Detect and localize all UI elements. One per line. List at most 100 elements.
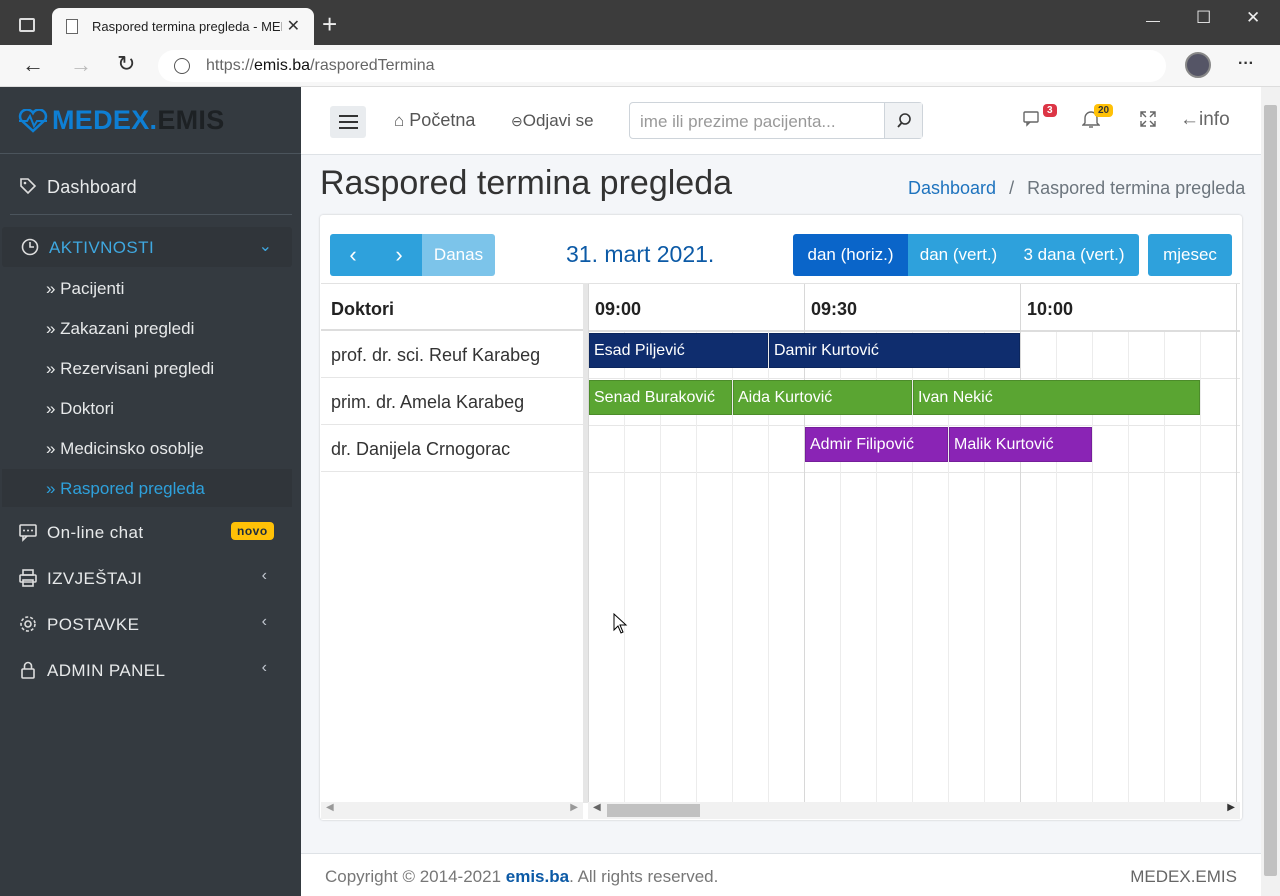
search-icon bbox=[897, 113, 911, 128]
view-day-horizontal-button[interactable]: dan (horiz.) bbox=[793, 234, 908, 276]
clock-icon bbox=[21, 238, 39, 256]
back-icon[interactable]: ← bbox=[22, 52, 44, 78]
chevron-left-icon: ‹ bbox=[261, 659, 267, 676]
sidebar-item-chat[interactable]: On-line chat novo bbox=[0, 512, 301, 552]
logout-link[interactable]: ⊖Odjavi se bbox=[511, 111, 594, 131]
appointment-event[interactable]: Malik Kurtović bbox=[949, 427, 1092, 462]
view-3days-vertical-button[interactable]: 3 dana (vert.) bbox=[1009, 234, 1139, 276]
appointment-event[interactable]: Esad Piljević bbox=[589, 333, 768, 368]
breadcrumb-home-link[interactable]: Dashboard bbox=[908, 178, 996, 198]
patient-search: ime ili prezime pacijenta... bbox=[629, 102, 923, 139]
mouse-cursor-icon bbox=[613, 613, 628, 634]
prev-day-button[interactable]: ‹ bbox=[330, 234, 376, 276]
breadcrumb: Dashboard / Raspored termina pregleda bbox=[908, 178, 1245, 199]
timeline: 09:00 09:30 10:00 Esad Piljević Damir Kurtov… bbox=[588, 283, 1240, 803]
view-month-button[interactable]: mjesec bbox=[1148, 234, 1232, 276]
url-text: https://emis.ba/rasporedTermina bbox=[206, 57, 435, 74]
sidebar-subitem-doktori[interactable]: » Doktori bbox=[46, 399, 114, 419]
scheduler-grid: Doktori prof. dr. sci. Reuf Karabeg prim.… bbox=[321, 283, 1241, 819]
search-input[interactable]: ime ili prezime pacijenta... bbox=[640, 112, 836, 132]
close-window-button[interactable]: ✕ bbox=[1246, 8, 1260, 28]
avatar[interactable] bbox=[1185, 52, 1211, 78]
notifications-count-badge: 20 bbox=[1094, 104, 1114, 117]
tab-actions-icon[interactable] bbox=[19, 18, 35, 32]
sidebar-subitem-raspored[interactable]: » Raspored pregleda bbox=[46, 479, 205, 499]
time-slot-line bbox=[1020, 284, 1021, 803]
row-divider bbox=[588, 378, 1240, 379]
sidebar-item-postavke[interactable]: POSTAVKE ‹ bbox=[0, 604, 301, 644]
chevron-left-icon: ‹ bbox=[349, 242, 357, 267]
copyright-link[interactable]: emis.ba bbox=[506, 867, 569, 886]
new-tab-button[interactable]: + bbox=[322, 9, 337, 40]
globe-icon bbox=[174, 58, 190, 74]
browser-tab[interactable]: Raspored termina pregleda - MEDEX.EMIS ✕ bbox=[52, 8, 314, 45]
sidebar-item-izvjestaji[interactable]: IZVJEŠTAJI ‹ bbox=[0, 558, 301, 598]
tab-title: Raspored termina pregleda - MEDEX.EMIS bbox=[92, 19, 282, 34]
time-label: 10:00 bbox=[1027, 299, 1074, 319]
sidebar: MEDEX.EMIS Dashboard AKTIVNOSTI ⌄ » Paci… bbox=[0, 87, 301, 896]
breadcrumb-separator: / bbox=[1009, 178, 1015, 198]
appointment-event[interactable]: Admir Filipović bbox=[805, 427, 948, 462]
sidebar-subitem-pacijenti[interactable]: » Pacijenti bbox=[46, 279, 124, 299]
scrollbar-thumb[interactable] bbox=[1264, 105, 1277, 876]
sidebar-subitem-zakazani[interactable]: » Zakazani pregledi bbox=[46, 319, 194, 339]
scroll-left-icon: ◀ bbox=[593, 802, 601, 813]
page-title: Raspored termina pregleda bbox=[320, 164, 733, 202]
sidebar-item-dashboard[interactable]: Dashboard bbox=[0, 166, 301, 206]
doctor-name: prof. dr. sci. Reuf Karabeg bbox=[331, 345, 541, 365]
footer: Copyright © 2014-2021 emis.ba. All right… bbox=[301, 853, 1261, 896]
time-label: 09:00 bbox=[595, 299, 642, 319]
resource-horizontal-scrollbar[interactable]: ◀ ▶ bbox=[321, 802, 583, 819]
comments-icon bbox=[1023, 111, 1039, 127]
chevron-left-icon: ‹ bbox=[261, 567, 267, 584]
today-button[interactable]: Danas bbox=[422, 234, 495, 276]
new-badge: novo bbox=[231, 522, 274, 540]
minimize-button[interactable]: — bbox=[1146, 12, 1160, 28]
url-field[interactable]: https://emis.ba/rasporedTermina bbox=[158, 50, 1166, 82]
timeline-horizontal-scrollbar[interactable]: ◀ ▶ bbox=[588, 802, 1240, 819]
appointment-event[interactable]: Damir Kurtović bbox=[769, 333, 1020, 368]
tab-close-icon[interactable]: ✕ bbox=[287, 16, 300, 36]
search-button[interactable] bbox=[884, 103, 922, 138]
page-icon bbox=[66, 19, 78, 34]
info-link[interactable]: ←info bbox=[1180, 109, 1230, 131]
time-label: 09:30 bbox=[811, 299, 858, 319]
time-slot-line bbox=[1200, 332, 1201, 803]
sidebar-subitem-rezervisani[interactable]: » Rezervisani pregledi bbox=[46, 359, 214, 379]
home-link[interactable]: ⌂ Početna bbox=[394, 110, 475, 131]
footer-brand: MEDEX.EMIS bbox=[1130, 867, 1237, 886]
doctor-name: dr. Danijela Crnogorac bbox=[331, 439, 511, 459]
timeline-header bbox=[588, 284, 1240, 332]
page-vertical-scrollbar[interactable] bbox=[1261, 87, 1280, 896]
appointment-event[interactable]: Senad Buraković bbox=[589, 380, 732, 415]
row-divider bbox=[588, 472, 1240, 473]
home-icon: ⌂ bbox=[394, 111, 405, 130]
heart-pulse-icon bbox=[18, 109, 48, 133]
fullscreen-button[interactable] bbox=[1139, 110, 1157, 133]
row-divider bbox=[321, 377, 583, 378]
appointment-event[interactable]: Aida Kurtović bbox=[733, 380, 912, 415]
divider bbox=[0, 153, 301, 154]
brand-logo[interactable]: MEDEX.EMIS bbox=[52, 105, 225, 136]
next-day-button[interactable]: › bbox=[376, 234, 422, 276]
messages-button[interactable]: 3 bbox=[1023, 104, 1057, 134]
breadcrumb-current: Raspored termina pregleda bbox=[1027, 178, 1246, 198]
maximize-button[interactable]: ☐ bbox=[1196, 8, 1211, 28]
menu-toggle-button[interactable] bbox=[330, 106, 366, 138]
view-day-vertical-button[interactable]: dan (vert.) bbox=[908, 234, 1009, 276]
notifications-button[interactable]: 20 bbox=[1081, 104, 1114, 134]
doctor-name: prim. dr. Amela Karabeg bbox=[331, 392, 525, 412]
appointment-event[interactable]: Ivan Nekić bbox=[913, 380, 1200, 415]
reload-icon[interactable]: ↻ bbox=[117, 51, 135, 77]
sidebar-subitem-osoblje[interactable]: » Medicinsko osoblje bbox=[46, 439, 204, 459]
scrollbar-thumb[interactable] bbox=[607, 804, 700, 817]
chat-icon bbox=[19, 524, 37, 542]
sidebar-item-admin[interactable]: ADMIN PANEL ‹ bbox=[0, 650, 301, 690]
chevron-left-icon: ‹ bbox=[261, 613, 267, 630]
sidebar-item-aktivnosti[interactable]: AKTIVNOSTI ⌄ bbox=[2, 227, 292, 267]
forward-icon[interactable]: → bbox=[70, 52, 92, 78]
chevron-right-icon: › bbox=[395, 242, 403, 267]
more-icon[interactable]: ··· bbox=[1238, 55, 1254, 73]
expand-icon bbox=[1140, 111, 1156, 127]
messages-count-badge: 3 bbox=[1043, 104, 1057, 117]
